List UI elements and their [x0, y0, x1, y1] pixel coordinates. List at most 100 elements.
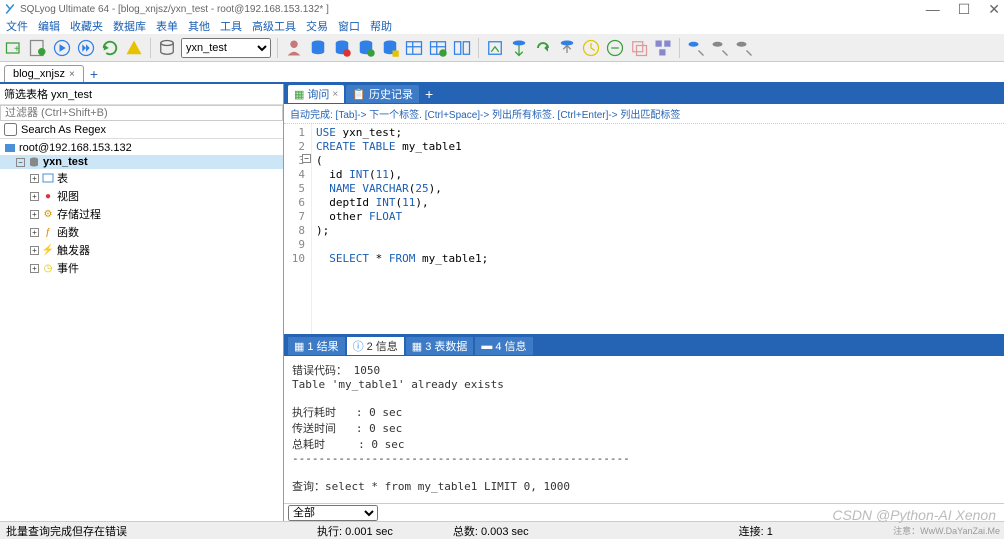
db-truncate-icon[interactable] [380, 38, 400, 58]
tool1-icon[interactable] [686, 38, 706, 58]
menu-window[interactable]: 窗口 [338, 18, 360, 34]
menu-table[interactable]: 表单 [156, 18, 178, 34]
expand-icon[interactable]: + [30, 192, 39, 201]
tree-triggers[interactable]: +⚡触发器 [0, 241, 283, 259]
tree-procedures[interactable]: +⚙存储过程 [0, 205, 283, 223]
refresh-icon[interactable] [100, 38, 120, 58]
tab-result[interactable]: ▦1 结果 [288, 337, 345, 355]
tab-label: blog_xnjsz [13, 68, 65, 80]
menu-favorites[interactable]: 收藏夹 [70, 18, 103, 34]
menu-file[interactable]: 文件 [6, 18, 28, 34]
menu-other[interactable]: 其他 [188, 18, 210, 34]
view-icon: ● [42, 190, 54, 202]
object-tree[interactable]: root@192.168.153.132 − yxn_test +表 +●视图 … [0, 139, 283, 521]
tab-info[interactable]: ⓘ2 信息 [347, 337, 404, 355]
new-query-tab[interactable]: + [421, 86, 437, 102]
menu-database[interactable]: 数据库 [113, 18, 146, 34]
proc-icon: ⚙ [42, 208, 54, 220]
user-icon[interactable] [284, 38, 304, 58]
tab-info2[interactable]: ▬4 信息 [475, 337, 532, 355]
expand-icon[interactable]: + [30, 174, 39, 183]
fold-icon[interactable]: − [302, 154, 311, 163]
menu-edit[interactable]: 编辑 [38, 18, 60, 34]
statusbar: 批量查询完成但存在错误 执行: 0.001 sec 总数: 0.003 sec … [0, 521, 1004, 539]
regex-checkbox[interactable] [4, 123, 17, 136]
content-area: ▦ 询问 × 📋 历史记录 + 自动完成: [Tab]-> 下一个标签. [Ct… [284, 84, 1004, 521]
query-icon: ▦ [294, 88, 304, 101]
new-tab-button[interactable]: + [84, 66, 104, 82]
server-icon [4, 142, 16, 154]
backup-icon[interactable] [485, 38, 505, 58]
expand-icon[interactable]: + [30, 264, 39, 273]
regex-label: Search As Regex [21, 124, 106, 136]
copy-icon[interactable] [629, 38, 649, 58]
filter-input[interactable] [0, 105, 283, 121]
toolbar: + yxn_test [0, 34, 1004, 62]
schedule-icon[interactable] [581, 38, 601, 58]
db-alter-icon[interactable] [356, 38, 376, 58]
schema-icon[interactable] [653, 38, 673, 58]
connection-tab[interactable]: blog_xnjsz × [4, 65, 84, 82]
warning-icon[interactable] [124, 38, 144, 58]
results-pane[interactable]: 错误代码： 1050 Table 'my_table1' already exi… [284, 356, 1004, 503]
db-create-icon[interactable] [308, 38, 328, 58]
event-icon: ◷ [42, 262, 54, 274]
index-icon[interactable] [452, 38, 472, 58]
db-drop-icon[interactable] [332, 38, 352, 58]
execute-all-icon[interactable] [76, 38, 96, 58]
import-icon[interactable] [509, 38, 529, 58]
tree-tables[interactable]: +表 [0, 169, 283, 187]
tool3-icon[interactable] [734, 38, 754, 58]
new-connection-icon[interactable]: + [4, 38, 24, 58]
svg-text:+: + [14, 43, 20, 54]
history-tab[interactable]: 📋 历史记录 [346, 85, 419, 103]
result-icon: ▦ [294, 340, 304, 353]
filter-label: 筛选表格 yxn_test [0, 84, 283, 105]
tree-database[interactable]: − yxn_test [0, 155, 283, 169]
compare-icon[interactable] [605, 38, 625, 58]
expand-icon[interactable]: + [30, 210, 39, 219]
titlebar-text: SQLyog Ultimate 64 - [blog_xnjsz/yxn_tes… [20, 4, 329, 15]
result-tabbar: ▦1 结果 ⓘ2 信息 ▦3 表数据 ▬4 信息 [284, 336, 1004, 356]
collapse-icon[interactable]: − [16, 158, 25, 167]
query-tab[interactable]: ▦ 询问 × [288, 85, 344, 103]
database-select[interactable]: yxn_test [181, 38, 271, 58]
credit-link: 注意：WwW.DaYanZai.Me [893, 524, 1000, 537]
tree-views[interactable]: +●视图 [0, 187, 283, 205]
status-exec: 执行: 0.001 sec [317, 523, 393, 539]
tree-root[interactable]: root@192.168.153.132 [0, 141, 283, 155]
export-icon[interactable] [533, 38, 553, 58]
tab-tabledata[interactable]: ▦3 表数据 [406, 337, 474, 355]
expand-icon[interactable]: + [30, 228, 39, 237]
status-message: 批量查询完成但存在错误 [6, 523, 127, 539]
info-icon: ⓘ [353, 338, 364, 354]
close-icon[interactable]: ✕ [988, 1, 1000, 18]
menubar: 文件 编辑 收藏夹 数据库 表单 其他 工具 高级工具 交易 窗口 帮助 [0, 18, 1004, 34]
menu-transaction[interactable]: 交易 [306, 18, 328, 34]
new-query-icon[interactable] [28, 38, 48, 58]
results-footer: 全部 [284, 503, 1004, 521]
minimize-icon[interactable]: — [926, 1, 940, 18]
maximize-icon[interactable]: ☐ [958, 1, 971, 18]
tree-functions[interactable]: +ƒ函数 [0, 223, 283, 241]
tab-close-icon[interactable]: × [69, 69, 75, 80]
menu-help[interactable]: 帮助 [370, 18, 392, 34]
code-area[interactable]: USE yxn_test; CREATE TABLE my_table1 −( … [312, 124, 1004, 334]
titlebar: SQLyog Ultimate 64 - [blog_xnjsz/yxn_tes… [0, 0, 1004, 18]
query-tabbar: ▦ 询问 × 📋 历史记录 + [284, 84, 1004, 104]
result-scope-select[interactable]: 全部 [288, 505, 378, 521]
close-icon[interactable]: × [332, 89, 338, 100]
tool2-icon[interactable] [710, 38, 730, 58]
table-alter-icon[interactable] [428, 38, 448, 58]
sql-editor[interactable]: 12345678910 USE yxn_test; CREATE TABLE m… [284, 124, 1004, 334]
menu-advanced[interactable]: 高级工具 [252, 18, 296, 34]
sync-icon[interactable] [557, 38, 577, 58]
menu-tools[interactable]: 工具 [220, 18, 242, 34]
expand-icon[interactable]: + [30, 246, 39, 255]
execute-icon[interactable] [52, 38, 72, 58]
tree-events[interactable]: +◷事件 [0, 259, 283, 277]
table-icon[interactable] [404, 38, 424, 58]
app-icon [4, 3, 16, 15]
status-conn: 连接: 1 [739, 523, 773, 539]
autocomplete-hint: 自动完成: [Tab]-> 下一个标签. [Ctrl+Space]-> 列出所有… [284, 104, 1004, 124]
